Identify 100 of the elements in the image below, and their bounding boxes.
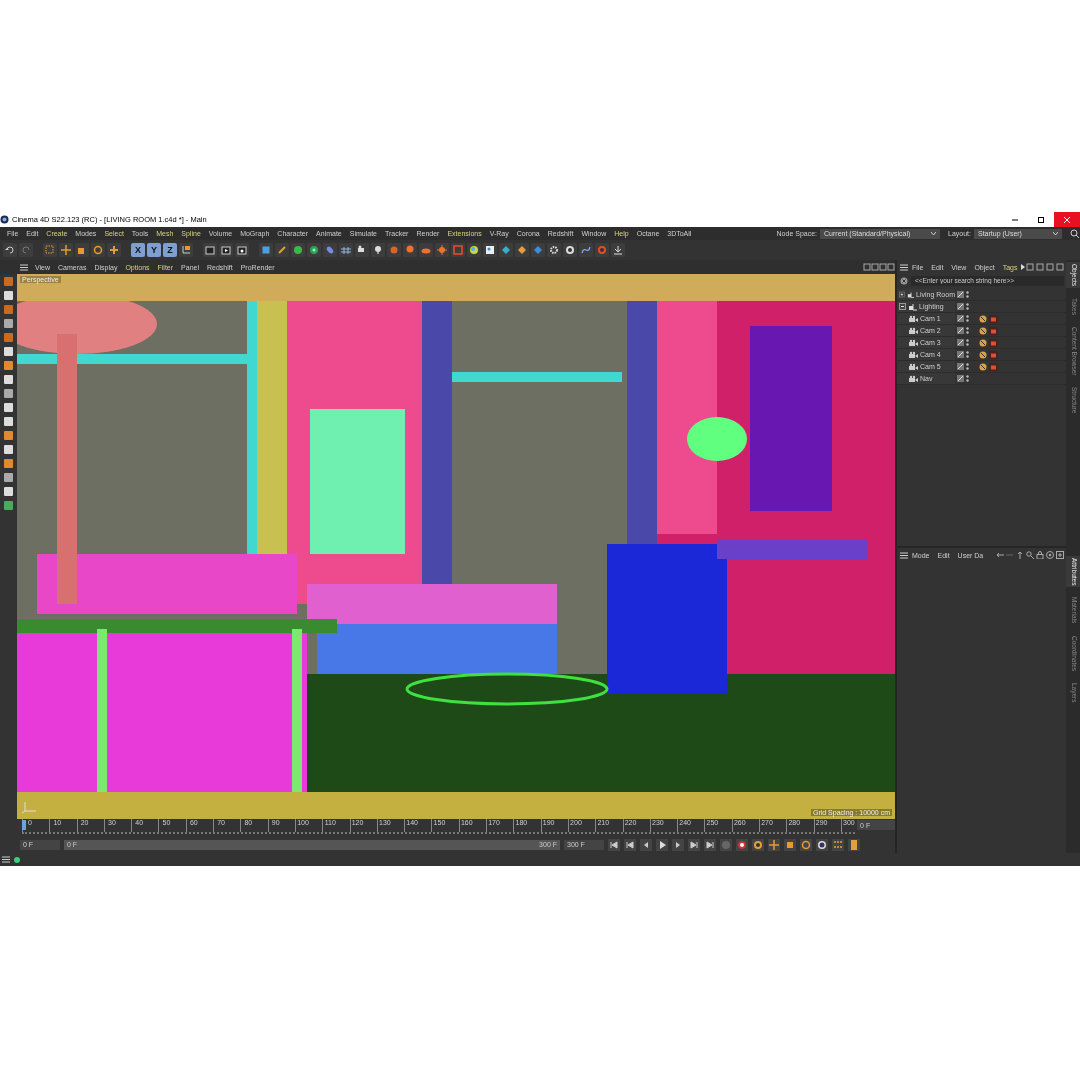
tool-icon[interactable]	[3, 374, 14, 385]
compositing-tag-icon[interactable]	[979, 362, 987, 371]
tool-icon[interactable]	[3, 346, 14, 357]
tool-icon[interactable]	[3, 318, 14, 329]
render-clapper-icon[interactable]	[219, 243, 233, 257]
tool-icon[interactable]	[3, 290, 14, 301]
balloon-icon[interactable]	[403, 243, 417, 257]
playhead-marker[interactable]	[22, 820, 26, 830]
camera-tag-icon[interactable]	[989, 326, 998, 335]
visibility-dots-icon[interactable]	[966, 363, 972, 370]
tool-icon[interactable]	[3, 430, 14, 441]
film-strip-button[interactable]	[848, 838, 860, 851]
target-icon[interactable]	[1046, 551, 1054, 559]
menu-icon[interactable]	[900, 551, 908, 559]
back-arrow-icon[interactable]	[996, 551, 1004, 559]
cube-icon[interactable]	[259, 243, 273, 257]
cloud-icon[interactable]	[419, 243, 433, 257]
tool-icon[interactable]	[3, 444, 14, 455]
visibility-dots-icon[interactable]	[966, 375, 972, 382]
color-sphere-icon[interactable]	[467, 243, 481, 257]
diamond-icon[interactable]	[499, 243, 513, 257]
dot-grid-button[interactable]	[832, 838, 844, 851]
tool-icon[interactable]	[3, 402, 14, 413]
axis-button[interactable]: Y	[147, 243, 161, 257]
subdivision-icon[interactable]	[291, 243, 305, 257]
move-icon[interactable]	[59, 243, 73, 257]
clapperboard-icon[interactable]	[203, 243, 217, 257]
key-parameter-button[interactable]	[816, 838, 828, 851]
diamond-icon[interactable]	[531, 243, 545, 257]
floor-icon[interactable]	[339, 243, 353, 257]
sun-icon[interactable]	[435, 243, 449, 257]
edit-toggle-icon[interactable]	[957, 291, 964, 298]
clear-search-icon[interactable]	[900, 276, 908, 285]
key-position-button[interactable]	[768, 838, 780, 851]
tool-icon[interactable]	[3, 416, 14, 427]
visibility-dots-icon[interactable]	[966, 339, 972, 346]
expand-toggle-icon[interactable]	[899, 291, 905, 298]
visibility-dots-icon[interactable]	[966, 351, 972, 358]
autokey-button[interactable]	[752, 838, 764, 851]
camera-tag-icon[interactable]	[989, 350, 998, 359]
key-scale-button[interactable]	[784, 838, 796, 851]
render-settings-icon[interactable]	[235, 243, 249, 257]
tool-icon[interactable]	[3, 458, 14, 469]
tool-icon[interactable]	[3, 388, 14, 399]
edit-toggle-icon[interactable]	[957, 363, 964, 370]
edit-toggle-icon[interactable]	[957, 315, 964, 322]
camera-tag-icon[interactable]	[989, 314, 998, 323]
pen-icon[interactable]	[275, 243, 289, 257]
go-to-start-button[interactable]	[608, 838, 620, 851]
download-icon[interactable]	[611, 243, 625, 257]
record-button[interactable]	[736, 838, 748, 851]
undo-icon[interactable]	[3, 243, 17, 257]
scale-icon[interactable]	[75, 243, 89, 257]
tool-icon[interactable]	[3, 472, 14, 483]
edit-toggle-icon[interactable]	[957, 303, 964, 310]
gear-icon[interactable]	[547, 243, 561, 257]
tool-icon[interactable]	[3, 360, 14, 371]
camera-icon[interactable]	[355, 243, 369, 257]
menu-icon[interactable]	[900, 263, 908, 271]
menu-icon[interactable]	[20, 263, 28, 271]
visibility-dots-icon[interactable]	[966, 303, 972, 310]
go-to-end-button[interactable]	[704, 838, 716, 851]
visibility-dots-icon[interactable]	[966, 315, 972, 322]
next-key-button[interactable]	[688, 838, 700, 851]
collapse-toggle-icon[interactable]	[899, 303, 906, 310]
compositing-tag-icon[interactable]	[979, 326, 987, 335]
close-button[interactable]	[1054, 212, 1080, 227]
compositing-tag-icon[interactable]	[979, 338, 987, 347]
up-arrow-icon[interactable]	[1016, 551, 1024, 559]
light-bulb-icon[interactable]	[371, 243, 385, 257]
diamond-icon[interactable]	[515, 243, 529, 257]
cloner-icon[interactable]	[307, 243, 321, 257]
compositing-tag-icon[interactable]	[979, 314, 987, 323]
axis-button[interactable]: X	[131, 243, 145, 257]
lock-icon[interactable]	[1036, 551, 1044, 559]
camera-tag-icon[interactable]	[989, 362, 998, 371]
previous-key-button[interactable]	[624, 838, 636, 851]
rotate-icon[interactable]	[91, 243, 105, 257]
coordinate-system-icon[interactable]	[179, 243, 193, 257]
arrow-right-icon[interactable]	[1021, 264, 1026, 270]
spline-icon[interactable]	[579, 243, 593, 257]
play-button[interactable]	[656, 838, 668, 851]
tool-icon[interactable]	[3, 500, 14, 511]
next-frame-button[interactable]	[672, 838, 684, 851]
menu-icon[interactable]	[2, 856, 10, 863]
picture-viewer-icon[interactable]	[483, 243, 497, 257]
plus-icon[interactable]	[107, 243, 121, 257]
visibility-dots-icon[interactable]	[966, 291, 972, 298]
axis-button[interactable]: Z	[163, 243, 177, 257]
edit-toggle-icon[interactable]	[957, 339, 964, 346]
deformer-icon[interactable]	[323, 243, 337, 257]
edit-toggle-icon[interactable]	[957, 327, 964, 334]
key-rotation-button[interactable]	[800, 838, 812, 851]
previous-frame-button[interactable]	[640, 838, 652, 851]
edit-toggle-icon[interactable]	[957, 351, 964, 358]
edit-toggle-icon[interactable]	[957, 375, 964, 382]
compositing-tag-icon[interactable]	[979, 350, 987, 359]
camera-tag-icon[interactable]	[989, 338, 998, 347]
tool-icon[interactable]	[3, 486, 14, 497]
swirl-icon[interactable]	[563, 243, 577, 257]
